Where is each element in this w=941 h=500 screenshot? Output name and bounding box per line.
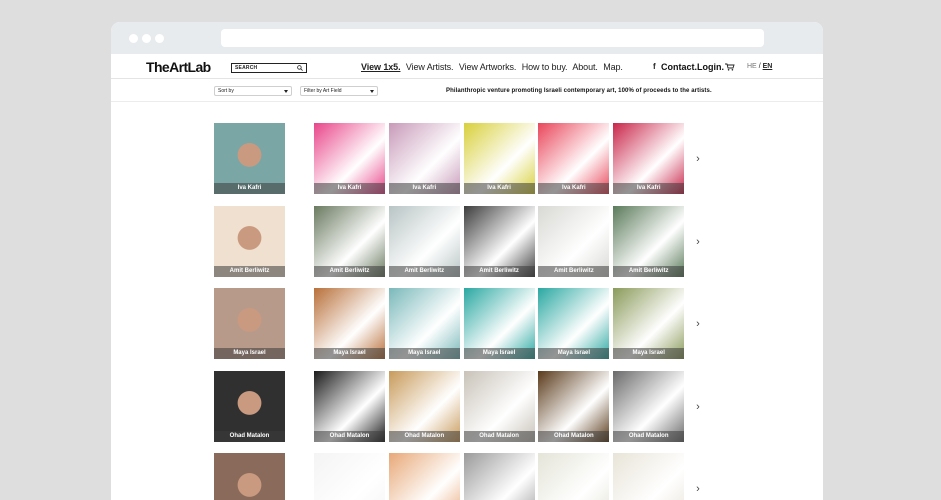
artwork-caption: Iva Kafri bbox=[613, 183, 685, 194]
artwork-thumbnail[interactable]: Iva Kafri bbox=[613, 123, 685, 194]
artwork-caption: Maya Israel bbox=[463, 348, 535, 359]
artwork-caption: Amit Berliwitz bbox=[388, 265, 460, 277]
artist-name-caption: Amit Berliwitz bbox=[214, 265, 285, 277]
artwork-thumbnail[interactable] bbox=[314, 453, 385, 500]
artwork-caption: Maya Israel bbox=[314, 348, 385, 359]
artwork-thumbnail[interactable] bbox=[538, 453, 610, 500]
artwork-caption: Amit Berliwitz bbox=[538, 265, 610, 277]
artist-grid: Iva Kafri Iva Kafri Iva Kafri Iva Kafri Iva … bbox=[111, 22, 823, 500]
artwork-caption: Iva Kafri bbox=[314, 183, 385, 194]
artwork-caption: Iva Kafri bbox=[463, 183, 535, 194]
artwork-caption: Ohad Matalon bbox=[388, 430, 460, 442]
artist-portrait[interactable]: Maya Israel bbox=[214, 288, 285, 359]
artwork-thumbnail[interactable]: Iva Kafri bbox=[463, 123, 535, 194]
artwork-thumbnail[interactable]: Ohad Matalon bbox=[463, 370, 535, 442]
artwork-thumbnail[interactable]: Ohad Matalon bbox=[613, 370, 685, 442]
chevron-right-icon[interactable]: › bbox=[693, 484, 703, 495]
artwork-thumbnail[interactable]: Maya Israel bbox=[314, 288, 385, 359]
chevron-right-icon[interactable]: › bbox=[693, 401, 703, 412]
artwork-caption: Amit Berliwitz bbox=[314, 265, 385, 277]
artwork-caption: Ohad Matalon bbox=[613, 430, 685, 442]
artwork-thumbnail[interactable]: Maya Israel bbox=[388, 288, 460, 359]
artwork-caption: Maya Israel bbox=[613, 348, 685, 359]
artwork-thumbnail[interactable] bbox=[613, 453, 685, 500]
artwork-caption: Iva Kafri bbox=[388, 183, 460, 194]
artist-portrait[interactable] bbox=[214, 453, 285, 500]
artwork-thumbnail[interactable]: Ohad Matalon bbox=[388, 370, 460, 442]
artwork-thumbnail[interactable]: Maya Israel bbox=[613, 288, 685, 359]
artwork-caption: Amit Berliwitz bbox=[613, 265, 685, 277]
artwork-caption: Iva Kafri bbox=[538, 183, 610, 194]
artwork-thumbnail[interactable]: Ohad Matalon bbox=[538, 370, 610, 442]
chevron-right-icon[interactable]: › bbox=[693, 319, 703, 330]
artwork-caption: Amit Berliwitz bbox=[463, 265, 535, 277]
artist-name-caption: Maya Israel bbox=[214, 348, 285, 359]
artist-portrait[interactable]: Ohad Matalon bbox=[214, 370, 285, 442]
artwork-thumbnail[interactable]: Amit Berliwitz bbox=[613, 205, 685, 277]
artwork-caption: Ohad Matalon bbox=[538, 430, 610, 442]
artwork-thumbnail[interactable]: Maya Israel bbox=[538, 288, 610, 359]
artwork-caption: Ohad Matalon bbox=[463, 430, 535, 442]
artwork-thumbnail[interactable]: Ohad Matalon bbox=[314, 370, 385, 442]
artist-name-caption: Iva Kafri bbox=[214, 183, 285, 194]
artist-portrait[interactable]: Iva Kafri bbox=[214, 123, 285, 194]
artwork-thumbnail[interactable] bbox=[388, 453, 460, 500]
artwork-thumbnail[interactable]: Amit Berliwitz bbox=[388, 205, 460, 277]
artwork-caption: Ohad Matalon bbox=[314, 430, 385, 442]
chevron-right-icon[interactable]: › bbox=[693, 236, 703, 247]
artwork-caption: Maya Israel bbox=[388, 348, 460, 359]
artwork-thumbnail[interactable]: Amit Berliwitz bbox=[463, 205, 535, 277]
artwork-thumbnail[interactable]: Iva Kafri bbox=[388, 123, 460, 194]
browser-window: TheArtLab SEARCH View 1x5. View Artists.… bbox=[111, 22, 823, 500]
artwork-thumbnail[interactable]: Iva Kafri bbox=[314, 123, 385, 194]
artwork-thumbnail[interactable]: Iva Kafri bbox=[538, 123, 610, 194]
chevron-right-icon[interactable]: › bbox=[693, 154, 703, 165]
artwork-thumbnail[interactable]: Amit Berliwitz bbox=[538, 205, 610, 277]
artist-name-caption: Ohad Matalon bbox=[214, 430, 285, 442]
artist-portrait[interactable]: Amit Berliwitz bbox=[214, 205, 285, 277]
artwork-thumbnail[interactable]: Maya Israel bbox=[463, 288, 535, 359]
artwork-thumbnail[interactable] bbox=[463, 453, 535, 500]
artwork-thumbnail[interactable]: Amit Berliwitz bbox=[314, 205, 385, 277]
artwork-caption: Maya Israel bbox=[538, 348, 610, 359]
